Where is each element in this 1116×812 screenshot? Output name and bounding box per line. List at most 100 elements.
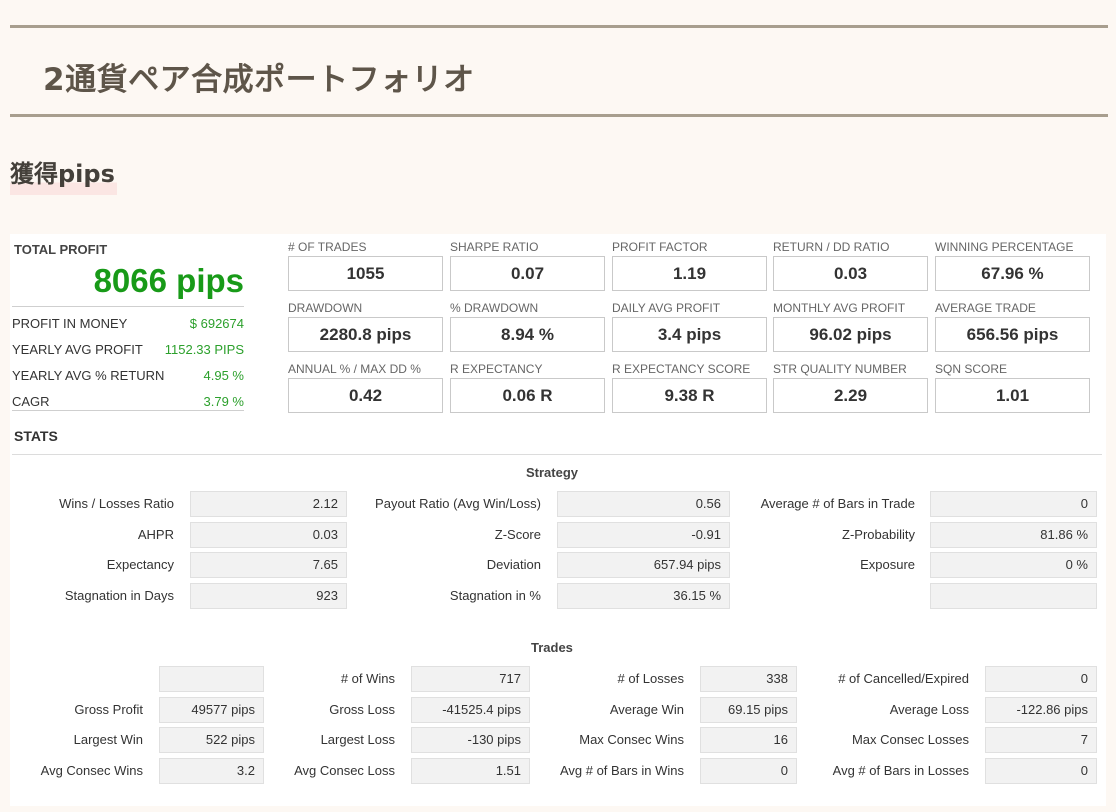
trades-value: 69.15 pips [700,697,797,723]
trades-label: # of Losses [617,671,685,686]
strategy-label: Wins / Losses Ratio [59,496,174,511]
summary-row-yearly-avg-return: YEARLY AVG % RETURN 4.95 % [12,366,244,386]
metric-average-trade: AVERAGE TRADE 656.56 pips [935,295,1090,352]
summary-value: $ 692674 [189,316,244,331]
trades-value: -122.86 pips [985,697,1097,723]
trades-label: # of Wins [340,671,395,686]
trades-value: -130 pips [411,727,530,753]
metric-label: MONTHLY AVG PROFIT [773,301,906,315]
metric-value: 3.4 pips [612,317,767,352]
trades-label: Avg # of Bars in Losses [832,763,969,778]
strategy-label: Z-Score [494,527,541,542]
strategy-label: Exposure [860,557,915,572]
metric-value: 656.56 pips [935,317,1090,352]
trades-label: Avg Consec Wins [40,763,143,778]
summary-divider [12,306,244,307]
trades-label: Largest Win [73,732,143,747]
metric-value: 0.07 [450,256,605,291]
metric-value: 0.42 [288,378,443,413]
strategy-label: Stagnation in % [449,588,541,603]
metric-value: 9.38 R [612,378,767,413]
trades-value: 1.51 [411,758,530,784]
strategy-value: 657.94 pips [557,552,730,578]
strategy-value: 7.65 [190,552,347,578]
stats-divider [12,454,1102,455]
trades-label: # of Cancelled/Expired [838,671,969,686]
summary-label: YEARLY AVG % RETURN [12,368,165,383]
trades-value: 49577 pips [159,697,264,723]
metric-value: 1.01 [935,378,1090,413]
trades-label: Gross Profit [74,702,143,717]
trades-value: 7 [985,727,1097,753]
trades-label: Avg # of Bars in Wins [559,763,684,778]
trades-value: -41525.4 pips [411,697,530,723]
page-title: 2通貨ペア合成ポートフォリオ [43,62,475,98]
metric-r-expectancy: R EXPECTANCY 0.06 R [450,356,605,413]
trades-label: Average Loss [889,702,969,717]
summary-row-yearly-avg-profit: YEARLY AVG PROFIT 1152.33 PIPS [12,340,244,360]
metric-label: # OF TRADES [288,240,367,254]
trades-label: Gross Loss [329,702,395,717]
metric-label: STR QUALITY NUMBER [773,362,907,376]
report-panel: TOTAL PROFIT 8066 pips PROFIT IN MONEY $… [10,234,1106,806]
metric-value: 67.96 % [935,256,1090,291]
stats-label: STATS [14,428,58,444]
metric-value: 1055 [288,256,443,291]
summary-label: CAGR [12,394,50,409]
trades-label: Largest Loss [320,732,395,747]
strategy-value: 0 % [930,552,1097,578]
trades-value: 338 [700,666,797,692]
trades-label: Avg Consec Loss [294,763,395,778]
strategy-value [930,583,1097,609]
metric-str-quality-number: STR QUALITY NUMBER 2.29 [773,356,928,413]
strategy-value: 923 [190,583,347,609]
total-profit-value: 8066 pips [93,262,244,299]
metric-value: 8.94 % [450,317,605,352]
metric-label: AVERAGE TRADE [935,301,1036,315]
metric-label: RETURN / DD RATIO [773,240,890,254]
metric-daily-avg-profit: DAILY AVG PROFIT 3.4 pips [612,295,767,352]
trades-value: 3.2 [159,758,264,784]
metric-value: 1.19 [612,256,767,291]
strategy-value: -0.91 [557,522,730,548]
metric-return-dd-ratio: RETURN / DD RATIO 0.03 [773,234,928,291]
metric-label: SHARPE RATIO [450,240,539,254]
metric-profit-factor: PROFIT FACTOR 1.19 [612,234,767,291]
trades-value: 16 [700,727,797,753]
metric-value: 96.02 pips [773,317,928,352]
metric-trades: # OF TRADES 1055 [288,234,443,291]
strategy-label: Deviation [486,557,541,572]
metric-r-expectancy-score: R EXPECTANCY SCORE 9.38 R [612,356,767,413]
summary-row-cagr: CAGR 3.79 % [12,392,244,412]
strategy-label: Average # of Bars in Trade [760,496,915,511]
metric-winning-percentage: WINNING PERCENTAGE 67.96 % [935,234,1090,291]
metric-label: % DRAWDOWN [450,301,539,315]
metric-label: R EXPECTANCY SCORE [612,362,751,376]
metric-value: 2.29 [773,378,928,413]
title-band: 2通貨ペア合成ポートフォリオ [10,25,1108,117]
trades-label: Max Consec Wins [579,732,684,747]
trades-label: Max Consec Losses [851,732,969,747]
metric-drawdown: DRAWDOWN 2280.8 pips [288,295,443,352]
trades-value [159,666,264,692]
section-heading: 獲得pips [10,156,117,195]
metric-sharpe-ratio: SHARPE RATIO 0.07 [450,234,605,291]
trades-value: 0 [985,758,1097,784]
strategy-value: 81.86 % [930,522,1097,548]
trades-value: 522 pips [159,727,264,753]
metric-sqn-score: SQN SCORE 1.01 [935,356,1090,413]
strategy-heading: Strategy [526,465,579,480]
strategy-value: 0.56 [557,491,730,517]
summary-value: 4.95 % [203,368,244,383]
strategy-value: 2.12 [190,491,347,517]
metric-label: WINNING PERCENTAGE [935,240,1074,254]
trades-heading: Trades [531,640,573,655]
strategy-label: Payout Ratio (Avg Win/Loss) [375,496,541,511]
metric-label: DRAWDOWN [288,301,363,315]
metric-value: 0.03 [773,256,928,291]
metric-value: 2280.8 pips [288,317,443,352]
metric-label: ANNUAL % / MAX DD % [288,362,421,376]
strategy-value: 0 [930,491,1097,517]
total-profit-label: TOTAL PROFIT [14,242,108,257]
metric-annual-max-dd: ANNUAL % / MAX DD % 0.42 [288,356,443,413]
